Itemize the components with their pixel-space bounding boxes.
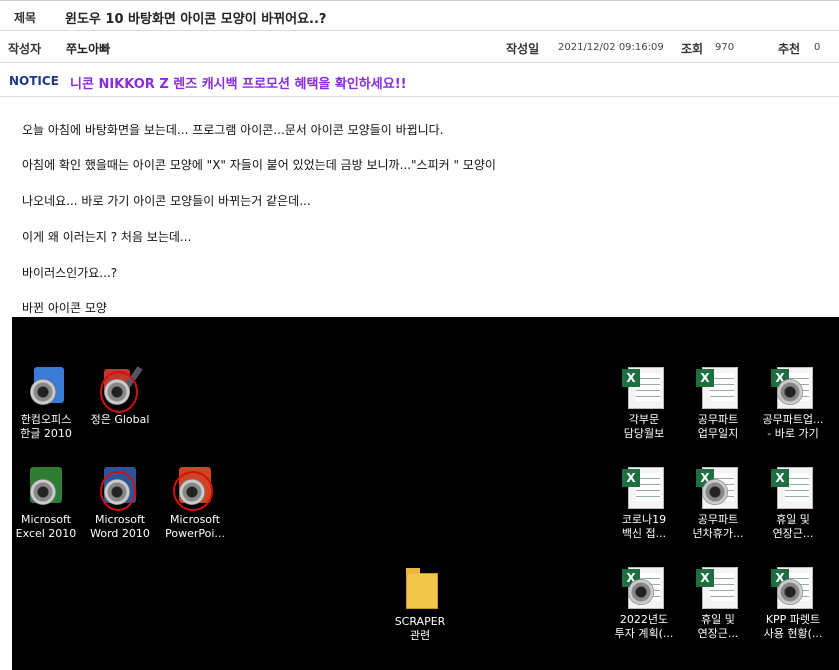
hangul-icon — [24, 365, 68, 409]
icon-label: 공무파트 — [697, 413, 739, 426]
desktop-icon-file[interactable]: X 2022년도 투자 계획(... — [604, 565, 684, 641]
notice-link[interactable]: 니콘 NIKKOR Z 렌즈 캐시백 프로모션 혜택을 확인하세요!! — [70, 73, 407, 92]
excel-file-icon: X — [622, 565, 666, 609]
icon-label: 코로나19 — [621, 513, 667, 526]
icon-label: 연장근... — [772, 527, 814, 540]
icon-label: PowerPoi... — [165, 527, 225, 540]
icon-label: 2022년도 — [619, 613, 669, 626]
icon-label: 담당월보 — [623, 427, 665, 440]
desktop-icon-excel[interactable]: Microsoft Excel 2010 — [12, 465, 86, 541]
powerpoint-icon — [173, 465, 217, 511]
excel-file-icon: X — [696, 465, 740, 509]
author-label: 작성자 — [8, 42, 42, 56]
notice-label: NOTICE — [9, 74, 59, 88]
icon-label: 정은 Global — [90, 413, 150, 426]
icon-label: 백신 접... — [621, 527, 667, 540]
body-line-5: 바이러스인가요...? — [22, 266, 118, 280]
excel-file-icon: X — [696, 565, 740, 609]
icon-label: Microsoft — [169, 513, 221, 526]
icon-label: 관련 — [409, 629, 431, 642]
views-label: 조회 — [681, 42, 704, 56]
icon-label: 연장근... — [697, 627, 739, 640]
desktop-icon-file[interactable]: X 공무파트 년차휴가... — [678, 465, 758, 541]
desktop-icon-powerpoint[interactable]: Microsoft PowerPoi... — [155, 465, 235, 541]
icon-label: 한글 2010 — [20, 427, 72, 440]
desktop-icon-hangul[interactable]: 한컴오피스 한글 2010 — [12, 365, 86, 441]
recommend-count: 0 — [814, 42, 821, 53]
icon-label: 공무파트 — [697, 513, 739, 526]
desktop-icon-word[interactable]: Microsoft Word 2010 — [80, 465, 160, 541]
author-name[interactable]: 쭈노아빠 — [66, 40, 110, 57]
title-row: 제목 윈도우 10 바탕화면 아이콘 모양이 바뀌어요..? — [0, 0, 839, 31]
title-label: 제목 — [14, 11, 37, 25]
icon-label: 투자 계획(... — [614, 627, 674, 640]
recommend-label: 추천 — [778, 42, 801, 56]
icon-label: SCRAPER — [394, 615, 446, 628]
icon-label: 년차휴가... — [692, 527, 744, 540]
meta-row: 작성자 쭈노아빠 작성일 2021/12/02 09:16:09 조회 970 … — [0, 31, 839, 63]
icon-label: 휴일 및 — [701, 613, 735, 626]
desktop-icon-file[interactable]: X 공무파트업... - 바로 가기 — [753, 365, 833, 441]
excel-file-icon: X — [771, 565, 815, 609]
icon-label: KPP 파렛트 — [765, 613, 821, 626]
excel-file-icon: X — [622, 365, 666, 409]
desktop-icon-file[interactable]: X 휴일 및 연장근... — [678, 565, 758, 641]
icon-label: 사용 현황(... — [763, 627, 823, 640]
desktop-icon-scraper-folder[interactable]: SCRAPER 관련 — [380, 567, 460, 643]
post-title: 윈도우 10 바탕화면 아이콘 모양이 바뀌어요..? — [65, 12, 327, 27]
excel-file-icon: X — [696, 365, 740, 409]
icon-label: 공무파트업... — [762, 413, 824, 426]
desktop-screenshot: 한컴오피스 한글 2010 정은 Global Microsoft Excel 20… — [12, 317, 839, 670]
excel-file-icon: X — [771, 365, 815, 409]
desktop-icon-file[interactable]: X 휴일 및 연장근... — [753, 465, 833, 541]
global-app-icon — [98, 365, 143, 413]
body-line-2: 아침에 확인 했을때는 아이콘 모양에 "X" 자들이 붙어 있었는데 금방 보… — [22, 158, 496, 172]
body-line-3: 나오네요... 바로 가기 아이콘 모양들이 바뀌는거 같은데... — [22, 194, 311, 208]
desktop-icon-file[interactable]: X KPP 파렛트 사용 현황(... — [753, 565, 833, 641]
notice-row: NOTICE 니콘 NIKKOR Z 렌즈 캐시백 프로모션 혜택을 확인하세요… — [0, 63, 839, 97]
desktop-icon-file[interactable]: X 각부문 담당월보 — [604, 365, 684, 441]
icon-label: - 바로 가기 — [767, 427, 819, 440]
icon-label: 휴일 및 — [776, 513, 810, 526]
excel-icon — [24, 465, 68, 509]
word-icon — [98, 465, 142, 511]
body-line-6: 바뀐 아이콘 모양 — [22, 301, 107, 315]
body-line-4: 이게 왜 이러는지 ? 처음 보는데... — [22, 230, 192, 244]
views-count: 970 — [715, 42, 735, 53]
post-date: 2021/12/02 09:16:09 — [558, 42, 664, 53]
desktop-icon-global[interactable]: 정은 Global — [80, 365, 160, 427]
icon-label: 한컴오피스 — [20, 413, 72, 426]
body-line-1: 오늘 아침에 바탕화면을 보는데... 프로그램 아이콘...문서 아이콘 모양… — [22, 123, 444, 137]
desktop-icon-file[interactable]: X 공무파트 업무일지 — [678, 365, 758, 441]
date-label: 작성일 — [506, 42, 540, 56]
icon-label: Microsoft — [20, 513, 72, 526]
icon-label: Excel 2010 — [15, 527, 77, 540]
desktop-icon-file[interactable]: X 코로나19 백신 접... — [604, 465, 684, 541]
excel-file-icon: X — [771, 465, 815, 509]
icon-label: Word 2010 — [90, 527, 150, 540]
icon-label: 각부문 — [628, 413, 660, 426]
icon-label: Microsoft — [94, 513, 146, 526]
excel-file-icon: X — [622, 465, 666, 509]
icon-label: 업무일지 — [697, 427, 739, 440]
folder-icon — [398, 567, 442, 611]
